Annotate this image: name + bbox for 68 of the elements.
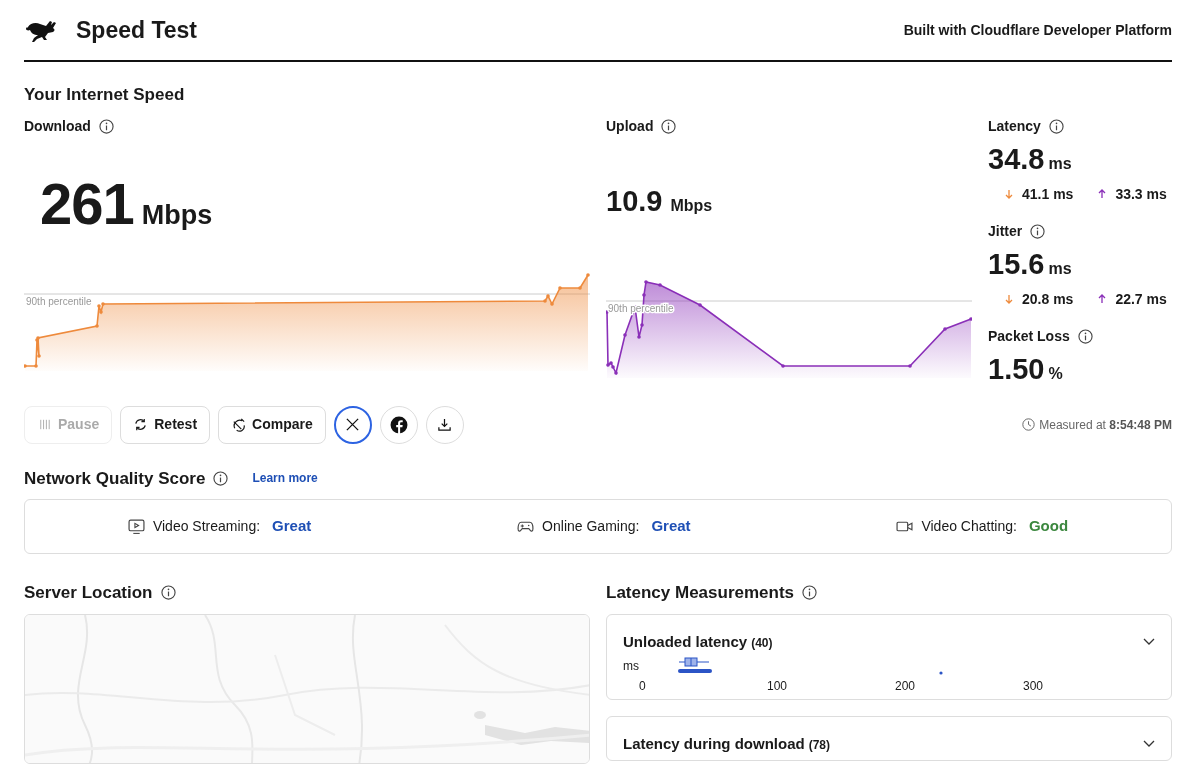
metric-label: Jitter bbox=[988, 221, 1023, 241]
speed-value: 10.9 bbox=[606, 186, 663, 216]
learn-more-link[interactable]: Learn more bbox=[252, 469, 318, 488]
latency-value: 20.8 ms bbox=[1022, 289, 1074, 309]
axis-tick: 0 bbox=[639, 678, 646, 695]
metric-label: Latency bbox=[988, 116, 1041, 136]
quality-rating: Great bbox=[272, 516, 312, 537]
quality-label: Video Streaming: bbox=[152, 517, 261, 536]
tagline: Built with Cloudflare Developer Platform bbox=[903, 20, 1172, 40]
info-icon[interactable] bbox=[98, 118, 114, 134]
metric-unit: ms bbox=[1048, 258, 1072, 279]
metric-unit: % bbox=[1048, 363, 1063, 384]
up-arrow-icon bbox=[1097, 189, 1108, 199]
percentile-label: 90th percentile bbox=[26, 296, 92, 307]
quality-label: Video Chatting: bbox=[921, 517, 1017, 536]
section-title: Latency Measurements bbox=[606, 582, 795, 604]
info-icon[interactable] bbox=[213, 470, 229, 486]
chevron-down-icon[interactable] bbox=[1143, 740, 1155, 749]
info-icon[interactable] bbox=[1030, 223, 1046, 239]
latency-value: 22.7 ms bbox=[1115, 289, 1167, 309]
box-plot-drawing bbox=[678, 657, 714, 675]
latency-value: 33.3 ms bbox=[1115, 184, 1167, 204]
speed-unit: Mbps bbox=[141, 198, 213, 232]
section-title: Network Quality Score bbox=[24, 467, 206, 490]
app-title: Speed Test bbox=[76, 15, 197, 45]
down-arrow-icon bbox=[1004, 189, 1014, 199]
info-icon[interactable] bbox=[802, 585, 818, 601]
compare-button[interactable]: Compare bbox=[218, 405, 326, 444]
clock-icon bbox=[1022, 418, 1036, 431]
video-player-icon bbox=[127, 518, 145, 535]
facebook-icon bbox=[389, 415, 408, 434]
down-arrow-icon bbox=[1004, 294, 1014, 304]
up-arrow-icon bbox=[1097, 294, 1108, 304]
speed-unit: Mbps bbox=[670, 195, 713, 216]
info-icon[interactable] bbox=[1048, 118, 1064, 134]
download-icon bbox=[437, 417, 453, 432]
metric-label: Upload bbox=[606, 116, 654, 136]
panel-count: (40) bbox=[751, 634, 773, 652]
metric-value: 1.50 bbox=[988, 354, 1045, 384]
chevron-down-icon[interactable] bbox=[1143, 637, 1155, 646]
panel-title: Latency during download bbox=[623, 734, 805, 754]
measured-time: Measured at 8:54:48 PM bbox=[1039, 416, 1172, 434]
pause-icon bbox=[37, 417, 52, 432]
metric-value: 34.8 bbox=[988, 144, 1045, 174]
metric-value: 15.6 bbox=[988, 249, 1045, 279]
outlier-dot bbox=[939, 671, 943, 675]
info-icon[interactable] bbox=[1077, 328, 1093, 344]
section-title: Your Internet Speed bbox=[24, 84, 186, 106]
speed-value: 261 bbox=[40, 174, 134, 233]
axis-tick: 300 bbox=[1023, 678, 1044, 695]
axis-unit: ms bbox=[623, 658, 639, 675]
panel-count: (78) bbox=[808, 737, 830, 754]
quality-rating: Great bbox=[651, 516, 691, 537]
info-icon[interactable] bbox=[661, 118, 677, 134]
info-icon[interactable] bbox=[160, 585, 176, 601]
quality-label: Online Gaming: bbox=[542, 517, 640, 536]
section-title: Server Location bbox=[24, 582, 153, 604]
latency-value: 41.1 ms bbox=[1022, 184, 1074, 204]
metric-label: Download bbox=[24, 116, 91, 136]
quality-rating: Good bbox=[1028, 516, 1069, 537]
retest-button[interactable]: Retest bbox=[120, 405, 211, 444]
metric-unit: ms bbox=[1048, 153, 1072, 174]
metric-label: Packet Loss bbox=[988, 326, 1070, 346]
axis-tick: 100 bbox=[767, 678, 788, 695]
panel-title: Unloaded latency bbox=[623, 631, 748, 652]
x-logo-icon bbox=[345, 417, 361, 432]
axis-tick: 200 bbox=[895, 678, 916, 695]
refresh-icon bbox=[133, 417, 149, 432]
